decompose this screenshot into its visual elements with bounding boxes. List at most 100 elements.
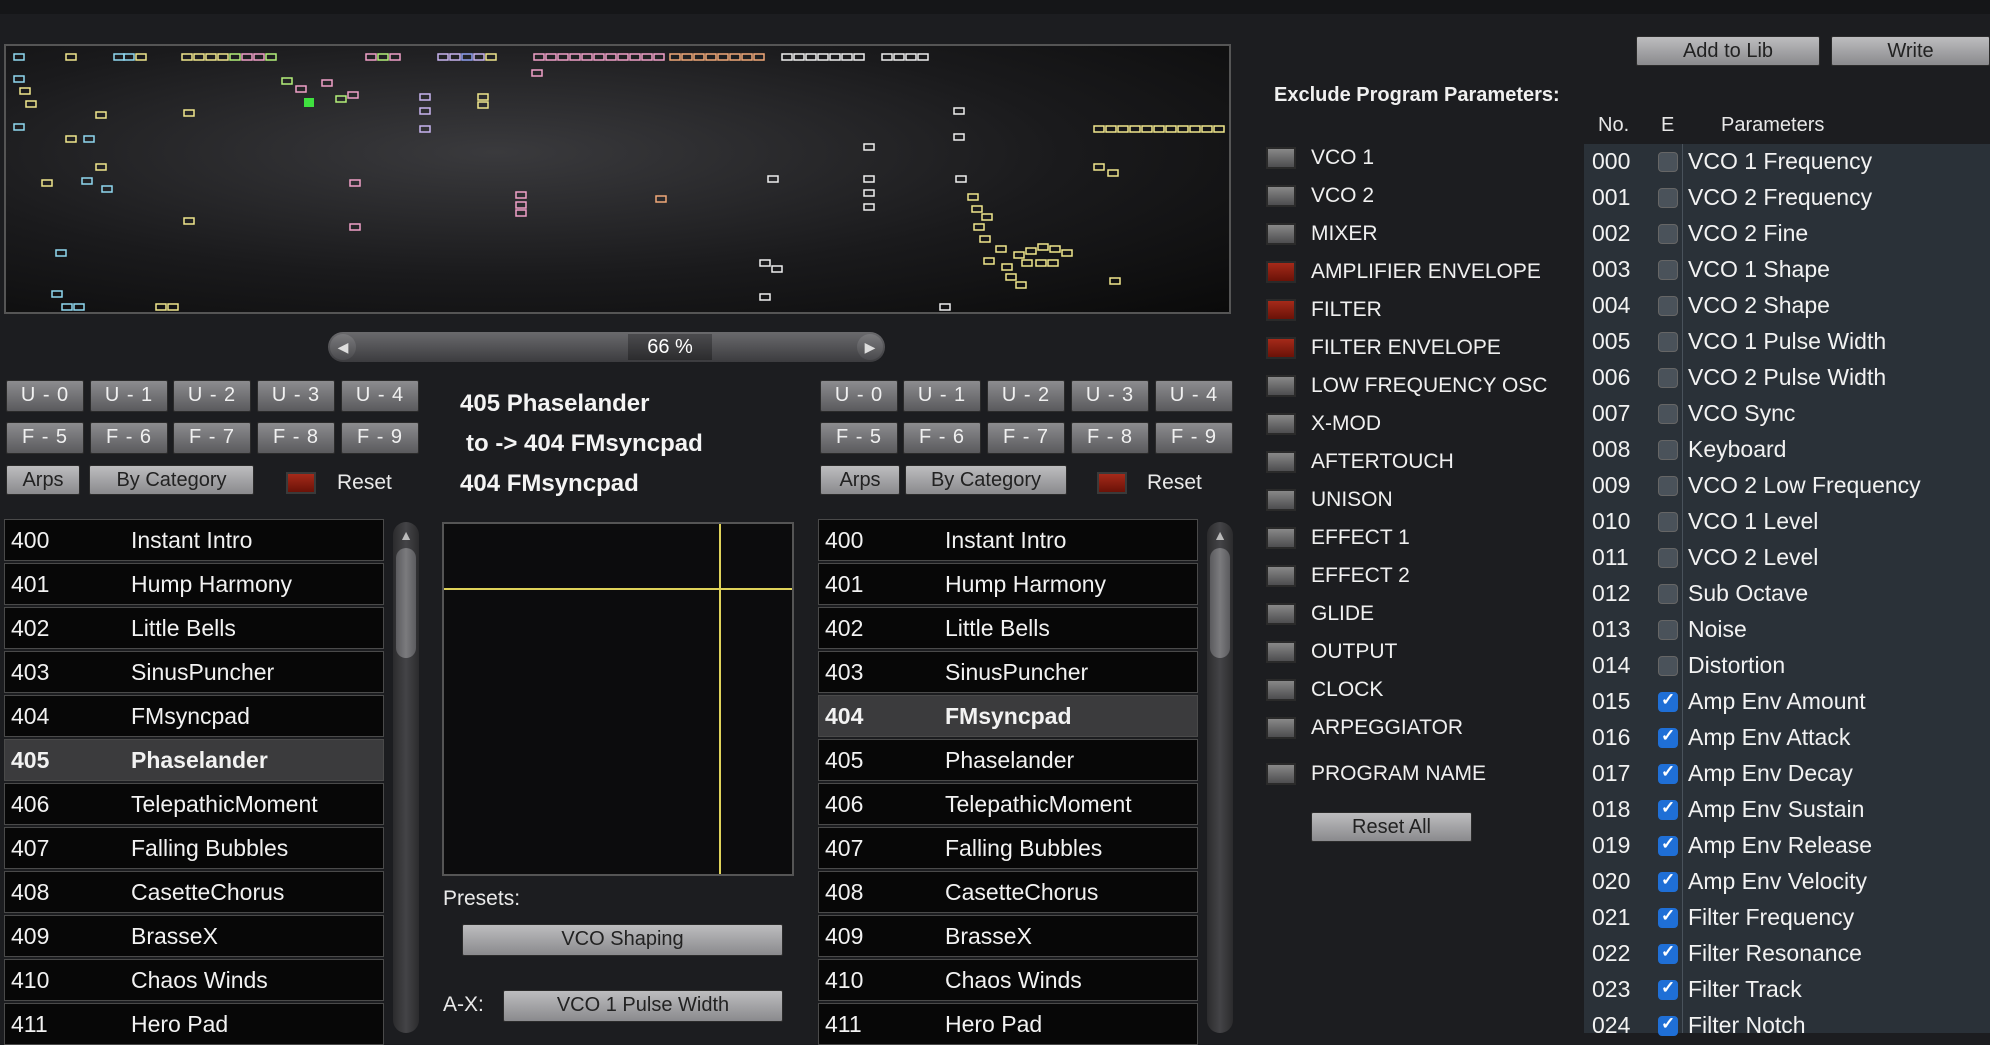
- exclude-checkbox[interactable]: [1658, 906, 1678, 928]
- right-preset-row[interactable]: 402 Little Bells: [818, 607, 1198, 649]
- preset-marker[interactable]: [669, 53, 681, 61]
- preset-marker[interactable]: [193, 53, 205, 61]
- exclude-toggle[interactable]: [1266, 527, 1296, 549]
- exclude-checkbox[interactable]: [1658, 404, 1678, 424]
- param-row[interactable]: 010 VCO 1 Level: [1584, 504, 1990, 540]
- zoom-level[interactable]: 66 %: [628, 334, 712, 360]
- preset-marker[interactable]: [917, 53, 929, 61]
- param-row[interactable]: 006 VCO 2 Pulse Width: [1584, 360, 1990, 396]
- preset-marker[interactable]: [1105, 125, 1117, 133]
- preset-marker[interactable]: [1037, 243, 1049, 251]
- preset-marker[interactable]: [419, 93, 431, 101]
- exclude-toggle[interactable]: [1266, 603, 1296, 625]
- preset-marker[interactable]: [593, 53, 605, 61]
- preset-marker[interactable]: [65, 135, 77, 143]
- param-row[interactable]: 009 VCO 2 Low Frequency: [1584, 468, 1990, 504]
- preset-marker[interactable]: [705, 53, 717, 61]
- preset-marker[interactable]: [759, 293, 771, 301]
- scroll-up-icon[interactable]: ▲: [1207, 522, 1233, 548]
- exclude-checkbox[interactable]: [1658, 260, 1678, 280]
- preset-marker[interactable]: [955, 175, 967, 183]
- preset-marker[interactable]: [183, 217, 195, 225]
- exclude-checkbox[interactable]: [1658, 1014, 1678, 1036]
- preset-marker[interactable]: [793, 53, 805, 61]
- exclude-checkbox[interactable]: [1658, 656, 1678, 676]
- exclude-checkbox[interactable]: [1658, 620, 1678, 640]
- preset-marker[interactable]: [953, 133, 965, 141]
- right-preset-row[interactable]: 410 Chaos Winds: [818, 959, 1198, 1001]
- preset-marker[interactable]: [449, 53, 461, 61]
- preset-marker[interactable]: [717, 53, 729, 61]
- left-u-button[interactable]: U - 3: [257, 380, 335, 412]
- preset-marker[interactable]: [1093, 163, 1105, 171]
- preset-marker[interactable]: [229, 53, 241, 61]
- preset-marker[interactable]: [515, 209, 527, 217]
- param-row[interactable]: 018 Amp Env Sustain: [1584, 792, 1990, 828]
- preset-marker[interactable]: [321, 79, 333, 87]
- preset-marker[interactable]: [1061, 249, 1073, 257]
- preset-marker[interactable]: [181, 53, 193, 61]
- left-preset-row[interactable]: 406 TelepathicMoment: [4, 783, 384, 825]
- preset-marker[interactable]: [805, 53, 817, 61]
- preset-marker[interactable]: [1213, 125, 1225, 133]
- param-row[interactable]: 008 Keyboard: [1584, 432, 1990, 468]
- right-u-button[interactable]: U - 3: [1071, 380, 1149, 412]
- preset-marker[interactable]: [389, 53, 401, 61]
- preset-marker[interactable]: [863, 189, 875, 197]
- exclude-toggle[interactable]: [1266, 337, 1296, 359]
- scroll-left-icon[interactable]: ◀: [330, 334, 356, 360]
- preset-marker[interactable]: [13, 53, 25, 61]
- exclude-checkbox[interactable]: [1658, 188, 1678, 208]
- preset-marker[interactable]: [853, 53, 865, 61]
- right-f-button[interactable]: F - 6: [903, 422, 981, 454]
- preset-marker[interactable]: [365, 53, 377, 61]
- left-f-button[interactable]: F - 8: [257, 422, 335, 454]
- preset-marker[interactable]: [1109, 277, 1121, 285]
- preset-marker[interactable]: [205, 53, 217, 61]
- right-list-scrollbar[interactable]: ▲: [1207, 522, 1233, 1033]
- preset-marker[interactable]: [979, 235, 991, 243]
- left-preset-row[interactable]: 407 Falling Bubbles: [4, 827, 384, 869]
- preset-marker[interactable]: [841, 53, 853, 61]
- preset-marker[interactable]: [655, 195, 667, 203]
- left-list-scrollbar[interactable]: ▲: [393, 522, 419, 1033]
- preset-marker[interactable]: [13, 75, 25, 83]
- preset-marker[interactable]: [377, 53, 389, 61]
- zoom-scrollbar[interactable]: ◀ 66 % ▶: [328, 332, 885, 362]
- right-preset-row[interactable]: 407 Falling Bubbles: [818, 827, 1198, 869]
- right-preset-row[interactable]: 404 FMsyncpad: [818, 695, 1198, 737]
- exclude-checkbox[interactable]: [1658, 368, 1678, 388]
- left-f-button[interactable]: F - 5: [6, 422, 84, 454]
- preset-marker[interactable]: [349, 179, 361, 187]
- preset-marker[interactable]: [65, 53, 77, 61]
- exclude-toggle[interactable]: [1266, 185, 1296, 207]
- exclude-toggle[interactable]: [1266, 223, 1296, 245]
- preset-marker[interactable]: [863, 143, 875, 151]
- preset-marker[interactable]: [1165, 125, 1177, 133]
- left-arps-button[interactable]: Arps: [6, 465, 80, 495]
- preset-marker[interactable]: [1005, 273, 1017, 281]
- right-preset-row[interactable]: 409 BrasseX: [818, 915, 1198, 957]
- preset-marker[interactable]: [1189, 125, 1201, 133]
- preset-marker[interactable]: [265, 53, 277, 61]
- preset-marker[interactable]: [817, 53, 829, 61]
- right-u-button[interactable]: U - 4: [1155, 380, 1233, 412]
- preset-marker[interactable]: [113, 53, 125, 61]
- preset-marker[interactable]: [295, 85, 307, 93]
- param-row[interactable]: 003 VCO 1 Shape: [1584, 252, 1990, 288]
- left-f-button[interactable]: F - 9: [341, 422, 419, 454]
- param-row[interactable]: 024 Filter Notch: [1584, 1008, 1990, 1044]
- exclude-toggle[interactable]: [1266, 679, 1296, 701]
- preset-marker[interactable]: [971, 205, 983, 213]
- right-u-button[interactable]: U - 2: [987, 380, 1065, 412]
- exclude-checkbox[interactable]: [1658, 978, 1678, 1000]
- preset-marker[interactable]: [217, 53, 229, 61]
- left-u-button[interactable]: U - 2: [173, 380, 251, 412]
- preset-marker[interactable]: [1141, 125, 1153, 133]
- left-reset-led[interactable]: [286, 472, 316, 494]
- left-preset-row[interactable]: 404 FMsyncpad: [4, 695, 384, 737]
- right-by-category-button[interactable]: By Category: [905, 465, 1067, 495]
- exclude-toggle[interactable]: [1266, 375, 1296, 397]
- right-f-button[interactable]: F - 8: [1071, 422, 1149, 454]
- preset-marker[interactable]: [83, 135, 95, 143]
